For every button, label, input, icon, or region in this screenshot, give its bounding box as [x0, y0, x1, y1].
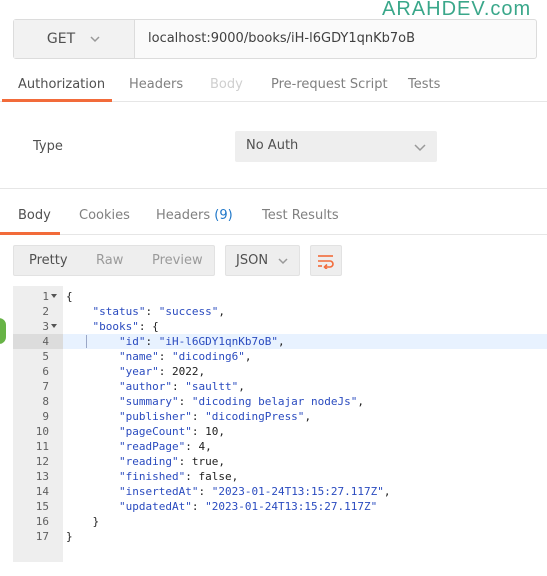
watermark-logo: ARAHDEV.com — [382, 0, 532, 20]
code-text: "summary": "dicoding belajar nodeJs", — [118, 395, 365, 408]
code-text: "insertedAt": "2023-01-24T13:15:27.117Z"… — [118, 485, 391, 498]
response-body-editor[interactable]: 1{2 "status": "success", 3 "books": {4 "i… — [13, 286, 547, 566]
pretty-button[interactable]: Pretty — [29, 253, 68, 268]
line-number: 3 — [42, 320, 49, 333]
code-text: "books": { — [92, 320, 159, 333]
chevron-down-icon — [90, 36, 100, 43]
line-number: 13 — [35, 470, 49, 483]
code-line: 6 "year": 2022, — [13, 364, 547, 379]
url-input[interactable]: localhost:9000/books/iH-l6GDY1qnKb7oB — [148, 31, 415, 46]
fold-arrow-icon[interactable] — [51, 324, 57, 329]
format-value: JSON — [236, 253, 269, 268]
code-line: 11 "readPage": 4, — [13, 439, 547, 454]
code-line: 9 "publisher": "dicodingPress", — [13, 409, 547, 424]
line-number: 6 — [42, 365, 49, 378]
tab-tests[interactable]: Tests — [408, 77, 440, 92]
tab-response-body[interactable]: Body — [18, 208, 51, 223]
code-text: "status": "success", — [92, 305, 225, 318]
tab-body[interactable]: Body — [210, 77, 243, 92]
view-mode-group: Pretty Raw Preview — [13, 245, 215, 276]
code-line: 4 "id": "iH-l6GDY1qnKb7oB", — [13, 334, 547, 349]
code-line: 12 "reading": true, — [13, 454, 547, 469]
code-line: 1{ — [13, 289, 547, 304]
code-line: 5 "name": "dicoding6", — [13, 349, 547, 364]
wrap-lines-button[interactable] — [310, 245, 342, 276]
code-line: 7 "author": "saultt", — [13, 379, 547, 394]
code-text: { — [66, 290, 73, 303]
line-number: 2 — [42, 305, 49, 318]
line-number: 7 — [42, 380, 49, 393]
code-text: "readPage": 4, — [118, 440, 212, 453]
code-line: 10 "pageCount": 10, — [13, 424, 547, 439]
line-number: 8 — [42, 395, 49, 408]
line-number: 4 — [42, 335, 49, 348]
response-tabs: Body Cookies Headers (9) Test Results — [0, 199, 547, 235]
code-text: } — [66, 530, 73, 543]
tab-authorization[interactable]: Authorization — [18, 77, 105, 92]
line-number: 14 — [35, 485, 49, 498]
code-line: 3 "books": { — [13, 319, 547, 334]
auth-type-label: Type — [33, 139, 63, 154]
code-line: 2 "status": "success", — [13, 304, 547, 319]
tab-pre-request-script[interactable]: Pre-request Script — [271, 77, 388, 92]
line-number: 16 — [35, 515, 49, 528]
auth-type-select[interactable]: No Auth — [235, 131, 437, 162]
raw-button[interactable]: Raw — [96, 253, 123, 268]
line-number: 5 — [42, 350, 49, 363]
chevron-down-icon — [414, 144, 426, 152]
line-number: 15 — [35, 500, 49, 513]
code-text: } — [66, 515, 100, 528]
code-text: "finished": false, — [118, 470, 239, 483]
line-number: 12 — [35, 455, 49, 468]
method-label: GET — [46, 31, 76, 47]
request-tabs: Authorization Headers Body Pre-request S… — [0, 70, 547, 102]
code-line: 17} — [13, 529, 547, 544]
chevron-down-icon — [278, 258, 288, 265]
text-cursor — [86, 335, 87, 348]
tab-test-results[interactable]: Test Results — [262, 208, 339, 223]
side-handle[interactable] — [0, 316, 8, 346]
headers-count-badge: (9) — [214, 208, 233, 223]
active-tab-indicator — [0, 232, 60, 235]
code-text: "name": "dicoding6", — [118, 350, 252, 363]
code-line: 8 "summary": "dicoding belajar nodeJs", — [13, 394, 547, 409]
request-bar: GET localhost:9000/books/iH-l6GDY1qnKb7o… — [13, 19, 537, 59]
tab-response-headers-label: Headers — [156, 208, 211, 223]
line-number: 10 — [35, 425, 49, 438]
line-number: 11 — [35, 440, 49, 453]
code-line: 14 "insertedAt": "2023-01-24T13:15:27.11… — [13, 484, 547, 499]
fold-arrow-icon[interactable] — [51, 294, 57, 299]
line-number: 17 — [35, 530, 49, 543]
preview-button[interactable]: Preview — [152, 253, 203, 268]
code-text: "id": "iH-l6GDY1qnKb7oB", — [118, 335, 285, 348]
active-tab-indicator — [2, 99, 112, 102]
tab-response-headers[interactable]: Headers (9) — [156, 208, 233, 223]
code-text: "reading": true, — [118, 455, 225, 468]
code-line: 16 } — [13, 514, 547, 529]
tab-cookies[interactable]: Cookies — [79, 208, 130, 223]
line-number: 9 — [42, 410, 49, 423]
code-line: 13 "finished": false, — [13, 469, 547, 484]
code-text: "publisher": "dicodingPress", — [118, 410, 312, 423]
auth-type-value: No Auth — [246, 138, 299, 153]
code-text: "year": 2022, — [118, 365, 206, 378]
code-line: 15 "updatedAt": "2023-01-24T13:15:27.117… — [13, 499, 547, 514]
line-number: 1 — [42, 290, 49, 303]
code-text: "updatedAt": "2023-01-24T13:15:27.117Z" — [118, 500, 378, 513]
code-text: "author": "saultt", — [118, 380, 245, 393]
code-text: "pageCount": 10, — [118, 425, 225, 438]
wrap-lines-icon — [318, 254, 334, 269]
section-divider — [0, 188, 547, 189]
format-select[interactable]: JSON — [225, 245, 300, 276]
tab-headers[interactable]: Headers — [129, 77, 183, 92]
method-dropdown[interactable]: GET — [14, 20, 135, 58]
